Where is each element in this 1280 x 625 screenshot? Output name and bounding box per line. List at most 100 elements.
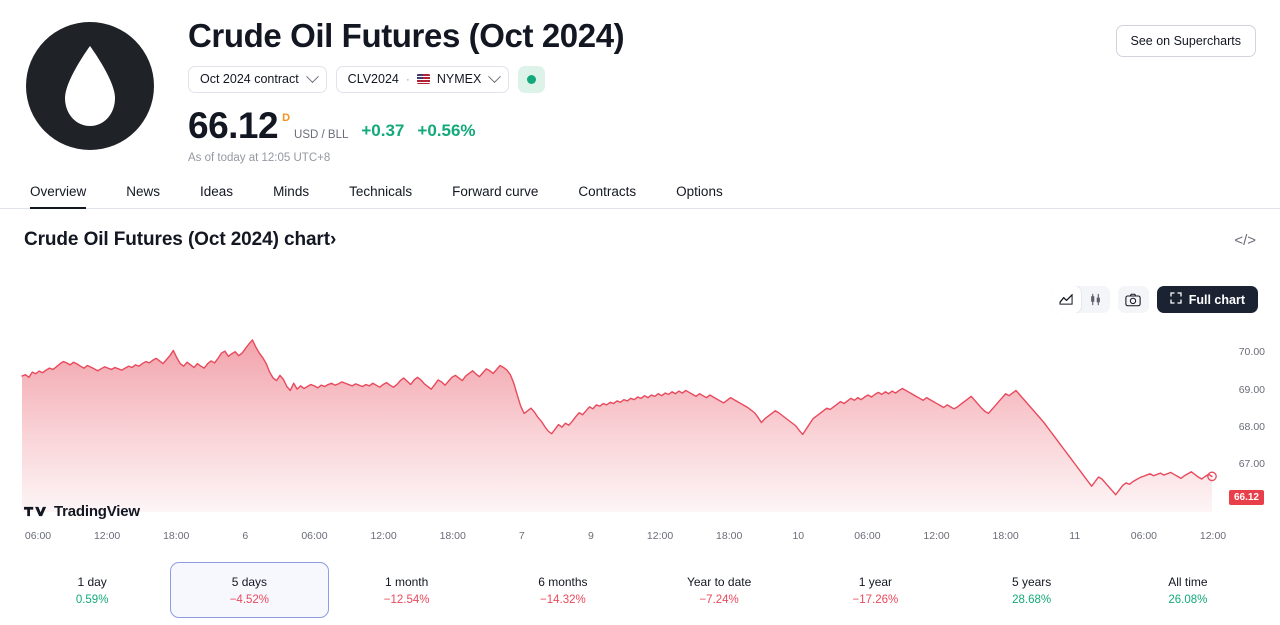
embed-code-icon[interactable]: </> [1234,232,1256,249]
as-of-timestamp: As of today at 12:05 UTC+8 [188,152,1256,164]
perf-cell-year-to-date[interactable]: Year to date −7.24% [641,562,797,618]
perf-value: −7.24% [699,594,738,606]
time-tick: 18:00 [716,530,742,542]
perf-value: −4.52% [230,594,269,606]
full-chart-label: Full chart [1189,293,1245,307]
chip-separator: · [406,72,410,86]
chart-toolbar: Full chart [1052,286,1258,313]
symbol-code: CLV2024 [348,72,399,86]
header-chip-row: Oct 2024 contract CLV2024 · NYMEX [188,66,1256,93]
perf-label: 1 day [77,575,106,589]
time-tick: 06:00 [1131,530,1157,542]
last-price: 66.12 [188,107,278,144]
expand-icon [1170,292,1182,307]
time-tick: 10 [792,530,804,542]
price-superscript: D [282,112,290,124]
perf-cell-1-month[interactable]: 1 month −12.54% [329,562,485,618]
instrument-header: See on Supercharts Crude Oil Futures (Oc… [0,0,1280,175]
perf-value: 28.68% [1012,594,1051,606]
price-block: 66.12 D USD / BLL +0.37 +0.56% [188,107,1256,144]
price-axis: 70.00 69.00 68.00 67.00 [1220,322,1280,512]
price-chart[interactable] [0,322,1280,550]
time-tick: 6 [242,530,248,542]
page-title: Crude Oil Futures (Oct 2024) [188,18,1256,55]
time-tick: 18:00 [163,530,189,542]
current-price-badge: 66.12 [1229,490,1264,505]
price-tick: 70.00 [1239,346,1265,358]
camera-icon[interactable] [1118,286,1149,313]
price-tick: 69.00 [1239,384,1265,396]
time-tick: 06:00 [301,530,327,542]
perf-label: 5 days [232,575,267,589]
time-tick: 11 [1069,530,1080,542]
full-chart-button[interactable]: Full chart [1157,286,1258,313]
contract-selector-label: Oct 2024 contract [200,72,299,86]
perf-label: 6 months [538,575,587,589]
time-tick: 7 [519,530,525,542]
perf-value: 26.08% [1168,594,1207,606]
time-tick: 12:00 [1200,530,1226,542]
change-percent: +0.56% [417,121,475,141]
chart-title-link[interactable]: Crude Oil Futures (Oct 2024) chart› [24,229,336,251]
perf-label: All time [1168,575,1207,589]
area-chart-icon[interactable] [1052,286,1081,313]
page-root: See on Supercharts Crude Oil Futures (Oc… [0,0,1280,625]
time-tick: 12:00 [94,530,120,542]
performance-bar: 1 day 0.59% 5 days −4.52% 1 month −12.54… [0,562,1280,620]
contract-selector-chip[interactable]: Oct 2024 contract [188,66,327,93]
tab-ideas[interactable]: Ideas [180,184,253,208]
tradingview-logo-icon [24,505,48,518]
time-tick: 12:00 [370,530,396,542]
tab-contracts[interactable]: Contracts [558,184,656,208]
perf-label: 1 month [385,575,428,589]
time-tick: 06:00 [854,530,880,542]
perf-cell-1-day[interactable]: 1 day 0.59% [14,562,170,618]
perf-cell-6-months[interactable]: 6 months −14.32% [485,562,641,618]
perf-cell-all-time[interactable]: All time 26.08% [1110,562,1266,618]
tradingview-label: TradingView [54,503,140,520]
exchange-name: NYMEX [437,72,481,86]
chevron-down-icon [306,70,319,83]
time-tick: 18:00 [440,530,466,542]
tab-forward-curve[interactable]: Forward curve [432,184,558,208]
tab-news[interactable]: News [106,184,180,208]
perf-value: 0.59% [76,594,109,606]
see-on-supercharts-button[interactable]: See on Supercharts [1116,25,1257,57]
time-axis: 06:00 12:00 18:00 6 06:00 12:00 18:00 7 9 12:00 18… [0,530,1280,546]
perf-value: −12.54% [384,594,430,606]
perf-label: 1 year [859,575,892,589]
time-tick: 18:00 [993,530,1019,542]
tab-options[interactable]: Options [656,184,743,208]
chart-header: Crude Oil Futures (Oct 2024) chart› </> [0,209,1280,251]
perf-cell-5-years[interactable]: 5 years 28.68% [954,562,1110,618]
chart-canvas [0,322,1280,512]
change-absolute: +0.37 [361,121,404,141]
perf-value: −14.32% [540,594,586,606]
price-unit: USD / BLL [294,129,348,141]
us-flag-icon [417,74,430,84]
chevron-down-icon [488,70,501,83]
perf-label: Year to date [687,575,751,589]
time-tick: 12:00 [647,530,673,542]
symbol-exchange-chip[interactable]: CLV2024 · NYMEX [336,66,510,93]
price-tick: 68.00 [1239,421,1265,433]
perf-value: −17.26% [853,594,899,606]
perf-cell-1-year[interactable]: 1 year −17.26% [797,562,953,618]
time-tick: 12:00 [923,530,949,542]
perf-label: 5 years [1012,575,1051,589]
perf-cell-5-days[interactable]: 5 days −4.52% [170,562,328,618]
header-main: Crude Oil Futures (Oct 2024) Oct 2024 co… [164,18,1256,164]
tab-overview[interactable]: Overview [24,184,106,208]
section-tabs: Overview News Ideas Minds Technicals For… [0,175,1280,209]
market-open-dot-icon [527,75,536,84]
oil-droplet-icon [26,22,154,150]
tab-minds[interactable]: Minds [253,184,329,208]
price-tick: 67.00 [1239,458,1265,470]
tab-technicals[interactable]: Technicals [329,184,432,208]
time-tick: 06:00 [25,530,51,542]
candlestick-chart-icon[interactable] [1081,286,1110,313]
chart-type-toggle [1052,286,1110,313]
market-status-badge[interactable] [518,66,545,93]
tradingview-watermark: TradingView [24,503,140,520]
time-tick: 9 [588,530,594,542]
